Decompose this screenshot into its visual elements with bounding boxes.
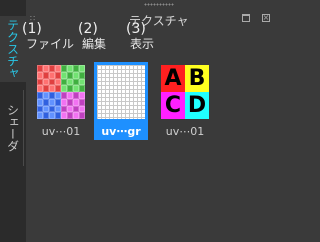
drag-handle[interactable] — [144, 3, 174, 6]
abcd-image: A B C D — [161, 65, 209, 119]
menu-file-number: (1) — [22, 21, 42, 37]
texture-window: テクスチャ シェーダ テクスチャ × ∷ (1) ファイル (2) 編集 (3)… — [0, 0, 288, 242]
uv-checker-grid — [37, 65, 85, 119]
texture-thumbnail[interactable]: A B C D uv⋯01 — [158, 62, 212, 140]
grid-image — [97, 65, 145, 119]
tab-shader[interactable]: シェーダ — [0, 90, 26, 166]
menu-file[interactable]: (1) ファイル — [22, 22, 74, 51]
menu-file-label: ファイル — [26, 37, 75, 51]
texture-label: uv⋯gr — [101, 125, 141, 138]
texture-label: uv⋯01 — [41, 125, 81, 138]
menu-edit-label: 編集 — [82, 37, 107, 51]
abcd-grid: A B C D — [161, 65, 209, 119]
texture-thumbnail[interactable]: uv⋯01 — [34, 62, 88, 140]
close-icon[interactable]: × — [262, 14, 270, 22]
texture-thumbnail-selected[interactable]: uv⋯gr — [94, 62, 148, 140]
menu-edit[interactable]: (2) 編集 — [78, 22, 106, 51]
texture-label: uv⋯01 — [165, 125, 205, 138]
restore-window-icon[interactable] — [242, 14, 250, 22]
menu-view[interactable]: (3) 表示 — [126, 22, 154, 51]
abcd-cell-d: D — [185, 92, 209, 119]
menu-view-label: 表示 — [130, 37, 155, 51]
abcd-cell-b: B — [185, 65, 209, 92]
uv-checker-image — [37, 65, 85, 119]
abcd-cell-c: C — [161, 92, 185, 119]
abcd-cell-a: A — [161, 65, 185, 92]
menu-edit-number: (2) — [78, 21, 98, 37]
menu-view-number: (3) — [126, 21, 146, 37]
grid-pattern — [97, 65, 145, 119]
texture-panel: テクスチャ × ∷ (1) ファイル (2) 編集 (3) 表示 uv⋯01 u… — [22, 0, 288, 242]
